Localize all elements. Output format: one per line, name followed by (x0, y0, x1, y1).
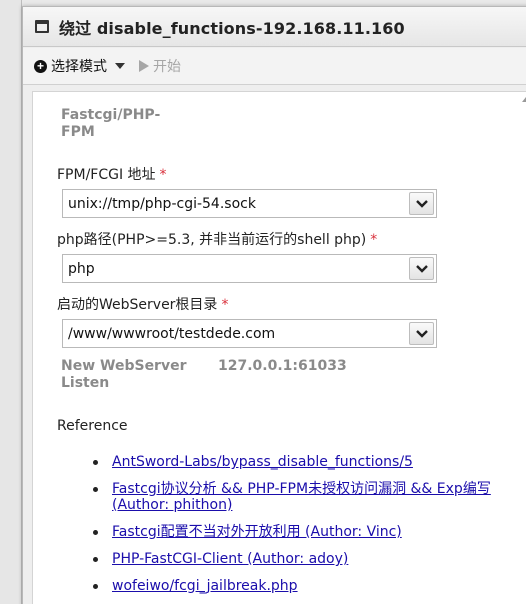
listen-value: 127.0.0.1:61033 (218, 358, 347, 374)
webserver-root-combo[interactable]: /www/wwwroot/testdede.com (62, 319, 437, 348)
list-item: Fastcgi协议分析 && PHP-FPM未授权访问漏洞 && Exp编写 (… (93, 481, 513, 513)
chevron-down-icon (415, 329, 428, 338)
play-icon (139, 60, 149, 72)
background-app-panel (0, 0, 22, 604)
select-mode-label: 选择模式 (51, 58, 107, 74)
required-mark: * (221, 297, 229, 313)
reference-link[interactable]: Fastcgi协议分析 && PHP-FPM未授权访问漏洞 && Exp编写 (… (112, 481, 491, 513)
section-title: Fastcgi/PHP-FPM (61, 107, 161, 140)
toolbar: + 选择模式 开始 (23, 48, 526, 85)
scroll-up-icon[interactable] (522, 97, 526, 102)
php-path-label: php路径(PHP>=5.3, 并非当前运行的shell php) * (57, 229, 377, 249)
php-path-combo[interactable]: php (62, 254, 437, 283)
bullet-icon (93, 530, 98, 535)
fpm-address-value[interactable]: unix://tmp/php-cgi-54.sock (63, 196, 409, 212)
start-button[interactable]: 开始 (139, 56, 181, 76)
form-panel: Fastcgi/PHP-FPM FPM/FCGI 地址 * unix://tmp/… (32, 91, 526, 604)
bullet-icon (93, 557, 98, 562)
webserver-root-label-text: 启动的WebServer根目录 (57, 297, 218, 313)
listen-label: New WebServer Listen (61, 358, 187, 391)
chevron-down-icon (415, 264, 428, 273)
php-path-value[interactable]: php (63, 261, 409, 277)
caret-down-icon (115, 63, 125, 69)
window-titlebar[interactable]: 绕过 disable_functions-192.168.11.160 (23, 7, 526, 47)
fpm-address-label: FPM/FCGI 地址 * (57, 164, 167, 184)
reference-label: Reference (57, 418, 128, 434)
reference-link[interactable]: PHP-FastCGI-Client (Author: adoy) (112, 551, 348, 567)
chevron-down-icon (415, 199, 428, 208)
reference-link[interactable]: AntSword-Labs/bypass_disable_functions/5 (112, 454, 413, 470)
window-title: 绕过 disable_functions-192.168.11.160 (59, 18, 405, 38)
webserver-root-dropdown-button[interactable] (409, 322, 434, 345)
webserver-root-label: 启动的WebServer根目录 * (57, 294, 228, 314)
required-mark: * (159, 167, 167, 183)
webserver-root-value[interactable]: /www/wwwroot/testdede.com (63, 326, 409, 342)
bullet-icon (93, 460, 98, 465)
list-item: Fastcgi配置不当对外开放利用 (Author: Vinc) (93, 524, 513, 540)
window-icon (35, 20, 49, 33)
list-item: PHP-FastCGI-Client (Author: adoy) (93, 551, 513, 567)
fpm-address-label-text: FPM/FCGI 地址 (57, 167, 156, 183)
fpm-address-dropdown-button[interactable] (409, 192, 434, 215)
bullet-icon (93, 487, 98, 492)
start-label: 开始 (153, 58, 181, 74)
fpm-address-combo[interactable]: unix://tmp/php-cgi-54.sock (62, 189, 437, 218)
reference-list: AntSword-Labs/bypass_disable_functions/5… (93, 454, 513, 604)
php-path-label-text: php路径(PHP>=5.3, 并非当前运行的shell php) (57, 232, 367, 248)
plus-circle-icon: + (34, 59, 47, 73)
required-mark: * (370, 232, 378, 248)
php-path-dropdown-button[interactable] (409, 257, 434, 280)
select-mode-button[interactable]: + 选择模式 (34, 56, 125, 76)
list-item: AntSword-Labs/bypass_disable_functions/5 (93, 454, 513, 470)
reference-link[interactable]: wofeiwo/fcgi_jailbreak.php (112, 578, 298, 594)
list-item: wofeiwo/fcgi_jailbreak.php (93, 578, 513, 594)
reference-link[interactable]: Fastcgi配置不当对外开放利用 (Author: Vinc) (112, 524, 402, 540)
bypass-dialog: 绕过 disable_functions-192.168.11.160 + 选择… (22, 6, 526, 604)
bullet-icon (93, 584, 98, 589)
